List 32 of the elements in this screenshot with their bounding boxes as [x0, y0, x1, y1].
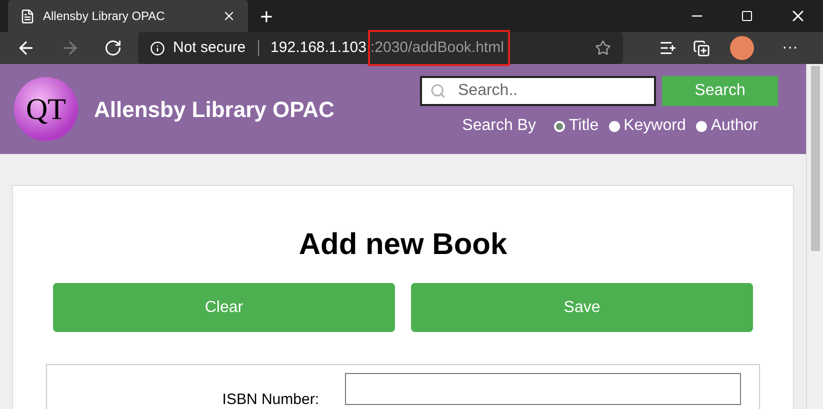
- security-label: Not secure: [173, 38, 246, 58]
- tab-title: Allensby Library OPAC: [43, 8, 166, 25]
- page-heading: Add new Book: [298, 227, 508, 263]
- logo: QT: [14, 77, 78, 141]
- radio-option[interactable]: Author: [696, 114, 758, 138]
- refresh-icon[interactable]: [104, 39, 122, 57]
- close-tab-icon[interactable]: [222, 9, 236, 23]
- search-icon: [430, 83, 446, 99]
- browser-tab[interactable]: Allensby Library OPAC: [8, 0, 248, 32]
- favorites-icon[interactable]: [659, 39, 677, 57]
- search-button[interactable]: Search: [662, 76, 778, 106]
- info-icon: [150, 40, 165, 56]
- favorite-icon[interactable]: [595, 40, 611, 56]
- new-tab-button[interactable]: +: [260, 6, 273, 28]
- search-by-label: Search By: [462, 116, 536, 136]
- maximize-icon[interactable]: [741, 10, 753, 22]
- address-bar[interactable]: Not secure 192.168.1.103 :2030/addBook.html: [138, 32, 623, 64]
- field-label: ISBN Number:: [221, 390, 319, 409]
- site-title: Allensby Library OPAC: [94, 96, 334, 124]
- search-field[interactable]: Search..: [420, 76, 656, 106]
- input-field[interactable]: [345, 373, 741, 405]
- action-button[interactable]: Save: [411, 283, 753, 332]
- scrollbar[interactable]: [806, 64, 823, 409]
- profile-avatar[interactable]: [730, 36, 754, 60]
- collections-icon[interactable]: [693, 40, 710, 56]
- radio-option[interactable]: Keyword: [608, 114, 686, 138]
- radio-option[interactable]: Title: [554, 114, 599, 138]
- page-icon: [20, 8, 35, 24]
- more-menu[interactable]: ···: [782, 36, 798, 60]
- url-path: :2030/addBook.html: [370, 36, 504, 60]
- action-button[interactable]: Clear: [53, 283, 395, 332]
- url-host: 192.168.1.103: [270, 38, 366, 58]
